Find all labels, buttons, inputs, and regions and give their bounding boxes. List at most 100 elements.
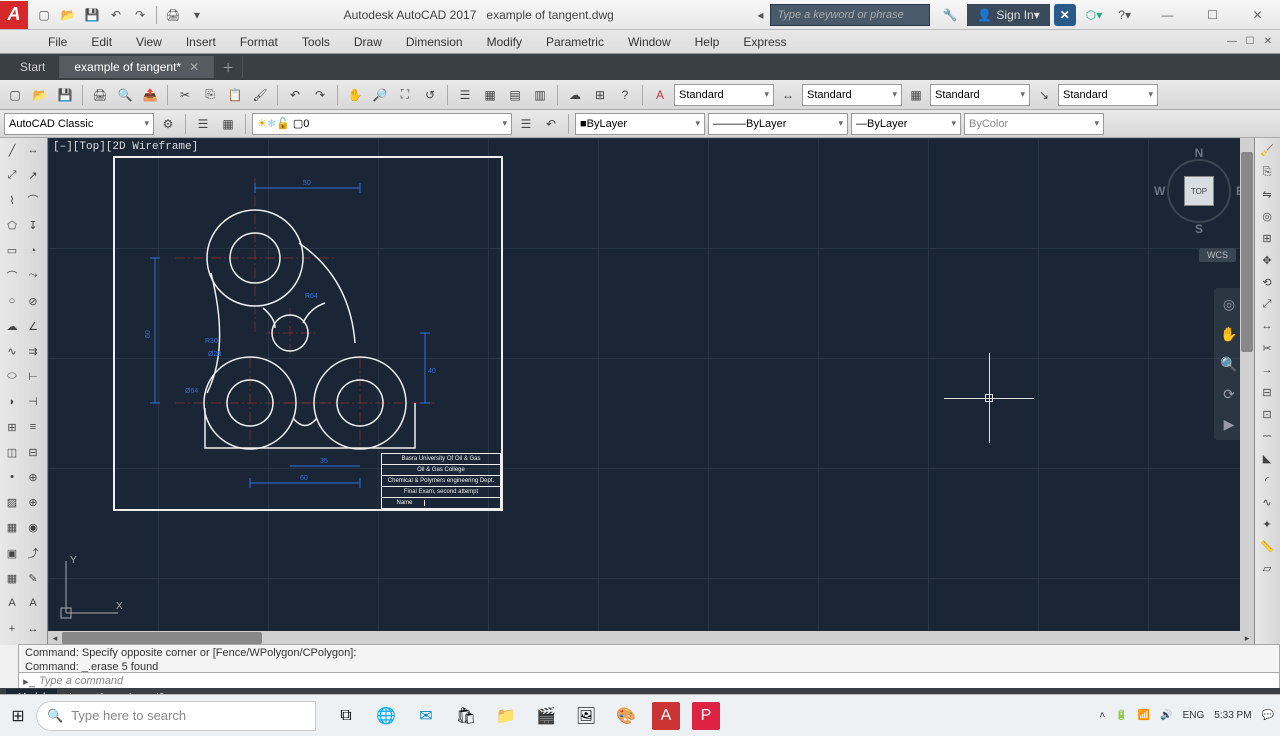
help-icon[interactable]: ? <box>614 84 636 106</box>
mirror-icon[interactable]: ⇋ <box>1257 184 1277 204</box>
table-icon[interactable]: ▦ <box>2 568 22 588</box>
dim-linear-icon[interactable]: ↔ <box>23 140 43 160</box>
open-icon[interactable]: 📂 <box>29 84 51 106</box>
menu-window[interactable]: Window <box>616 32 683 52</box>
menu-help[interactable]: Help <box>683 32 732 52</box>
layer-combo[interactable]: ☀ ❄ 🔓 ▢ 0 <box>252 113 512 135</box>
quick-dim-icon[interactable]: ⇉ <box>23 342 43 362</box>
tray-clock[interactable]: 5:33 PM <box>1214 710 1251 721</box>
workspace-combo[interactable]: AutoCAD Classic <box>4 113 154 135</box>
fillet-icon[interactable]: ◜ <box>1257 470 1277 490</box>
doc-restore-icon[interactable]: ☐ <box>1242 34 1258 50</box>
quickcalc-icon[interactable]: ⊞ <box>589 84 611 106</box>
a360-icon[interactable]: ⬡▾ <box>1080 4 1109 26</box>
polygon-icon[interactable]: ⬠ <box>2 216 22 236</box>
layer-filter-icon[interactable]: ▦ <box>217 113 239 135</box>
add-selected-icon[interactable]: + <box>2 619 22 639</box>
menu-tools[interactable]: Tools <box>290 32 342 52</box>
dimedit-icon[interactable]: ✎ <box>23 568 43 588</box>
chevron-down-icon[interactable]: ▾ <box>187 5 207 25</box>
region-icon[interactable]: ▣ <box>2 543 22 563</box>
dim-continue-icon[interactable]: ⊣ <box>23 392 43 412</box>
paint-icon[interactable]: 🎨 <box>612 702 640 730</box>
command-history[interactable]: Command: Specify opposite corner or [Fen… <box>18 644 1280 674</box>
extend-icon[interactable]: → <box>1257 360 1277 380</box>
undo-icon[interactable]: ↶ <box>284 84 306 106</box>
text-style-icon[interactable]: A <box>649 84 671 106</box>
dim-angular-icon[interactable]: ∠ <box>23 316 43 336</box>
rectangle-icon[interactable]: ▭ <box>2 241 22 261</box>
menu-format[interactable]: Format <box>228 32 290 52</box>
copy-icon[interactable]: ⎘ <box>1257 162 1277 182</box>
properties-icon[interactable]: ☰ <box>454 84 476 106</box>
sheet-set-icon[interactable]: ▥ <box>529 84 551 106</box>
wcs-badge[interactable]: WCS <box>1199 248 1236 262</box>
edge-icon[interactable]: 🌐 <box>372 702 400 730</box>
vertical-scrollbar[interactable] <box>1240 138 1254 631</box>
workspace-settings-icon[interactable]: ⚙ <box>157 113 179 135</box>
break-icon[interactable]: ⊡ <box>1257 404 1277 424</box>
match-icon[interactable]: 🖌 <box>249 84 271 106</box>
dimbreak-icon[interactable]: ⊟ <box>23 442 43 462</box>
signin-services-icon[interactable]: 🔧 <box>936 4 963 26</box>
tab-close-icon[interactable]: ✕ <box>189 60 199 74</box>
layer-props-icon[interactable]: ☰ <box>192 113 214 135</box>
dim-style-combo[interactable]: Standard <box>802 84 902 106</box>
menu-modify[interactable]: Modify <box>475 32 534 52</box>
explode-icon[interactable]: ✦ <box>1257 514 1277 534</box>
tab-start[interactable]: Start <box>6 56 60 78</box>
showmotion-icon[interactable]: ▶ <box>1219 414 1239 434</box>
publish-icon[interactable]: 📤 <box>139 84 161 106</box>
xline-icon[interactable]: ⤢ <box>2 165 22 185</box>
text-style-combo[interactable]: Standard <box>674 84 774 106</box>
autocad-icon[interactable]: A <box>652 702 680 730</box>
center-mark-icon[interactable]: ⊕ <box>23 493 43 513</box>
redo-icon[interactable]: ↷ <box>130 5 150 25</box>
menu-draw[interactable]: Draw <box>342 32 394 52</box>
arc-icon[interactable]: ⌒ <box>2 266 22 286</box>
task-view-icon[interactable]: ⧉ <box>332 702 360 730</box>
zoom-win-icon[interactable]: ⛶ <box>394 84 416 106</box>
layer-state-icon[interactable]: ☰ <box>515 113 537 135</box>
dim-arc-icon[interactable]: ⌒ <box>23 190 43 210</box>
zoom-rt-icon[interactable]: 🔎 <box>369 84 391 106</box>
windows-search-input[interactable]: 🔍 Type here to search <box>36 701 316 731</box>
layer-prev-icon[interactable]: ↶ <box>540 113 562 135</box>
maximize-button[interactable]: ☐ <box>1190 0 1235 30</box>
save-icon[interactable]: 💾 <box>82 5 102 25</box>
print-icon[interactable]: 🖨 <box>163 5 183 25</box>
drawing-canvas[interactable]: [–][Top][2D Wireframe] <box>48 138 1254 645</box>
jog-linear-icon[interactable]: ⤴ <box>23 543 43 563</box>
dimtedit-icon[interactable]: A <box>23 593 43 613</box>
menu-view[interactable]: View <box>124 32 174 52</box>
menu-express[interactable]: Express <box>731 32 798 52</box>
new-icon[interactable]: ▢ <box>4 84 26 106</box>
view-cube[interactable]: TOP NS EW <box>1154 146 1244 236</box>
tab-active-file[interactable]: example of tangent*✕ <box>60 56 214 78</box>
rotate-icon[interactable]: ⟲ <box>1257 272 1277 292</box>
doc-close-icon[interactable]: ✕ <box>1260 34 1276 50</box>
open-icon[interactable]: 📂 <box>58 5 78 25</box>
zoom-extents-icon[interactable]: 🔍 <box>1219 354 1239 374</box>
plotstyle-combo[interactable]: ByColor <box>964 113 1104 135</box>
table-style-icon[interactable]: ▦ <box>905 84 927 106</box>
circle-icon[interactable]: ○ <box>2 291 22 311</box>
lineweight-combo[interactable]: — ByLayer <box>851 113 961 135</box>
ellipse-arc-icon[interactable]: ◗ <box>2 392 22 412</box>
ellipse-icon[interactable]: ⬭ <box>2 367 22 387</box>
tray-chevron-icon[interactable]: ˄ <box>1099 710 1105 721</box>
viewport-label[interactable]: [–][Top][2D Wireframe] <box>49 139 202 155</box>
menu-file[interactable]: File <box>36 32 79 52</box>
powerpoint-icon[interactable]: P <box>692 702 720 730</box>
trim-icon[interactable]: ✂ <box>1257 338 1277 358</box>
scroll-left-icon[interactable]: ◂ <box>48 631 62 645</box>
blend-icon[interactable]: ∿ <box>1257 492 1277 512</box>
app-logo[interactable]: A <box>0 1 28 29</box>
mleader-style-combo[interactable]: Standard <box>1058 84 1158 106</box>
tolerance-icon[interactable]: ⊕ <box>23 467 43 487</box>
dim-ordinate-icon[interactable]: ↧ <box>23 216 43 236</box>
sign-in-button[interactable]: 👤 Sign In ▾ <box>967 4 1049 26</box>
dim-jogged-icon[interactable]: ⤳ <box>23 266 43 286</box>
offset-icon[interactable]: ◎ <box>1257 206 1277 226</box>
inspect-icon[interactable]: ◉ <box>23 518 43 538</box>
